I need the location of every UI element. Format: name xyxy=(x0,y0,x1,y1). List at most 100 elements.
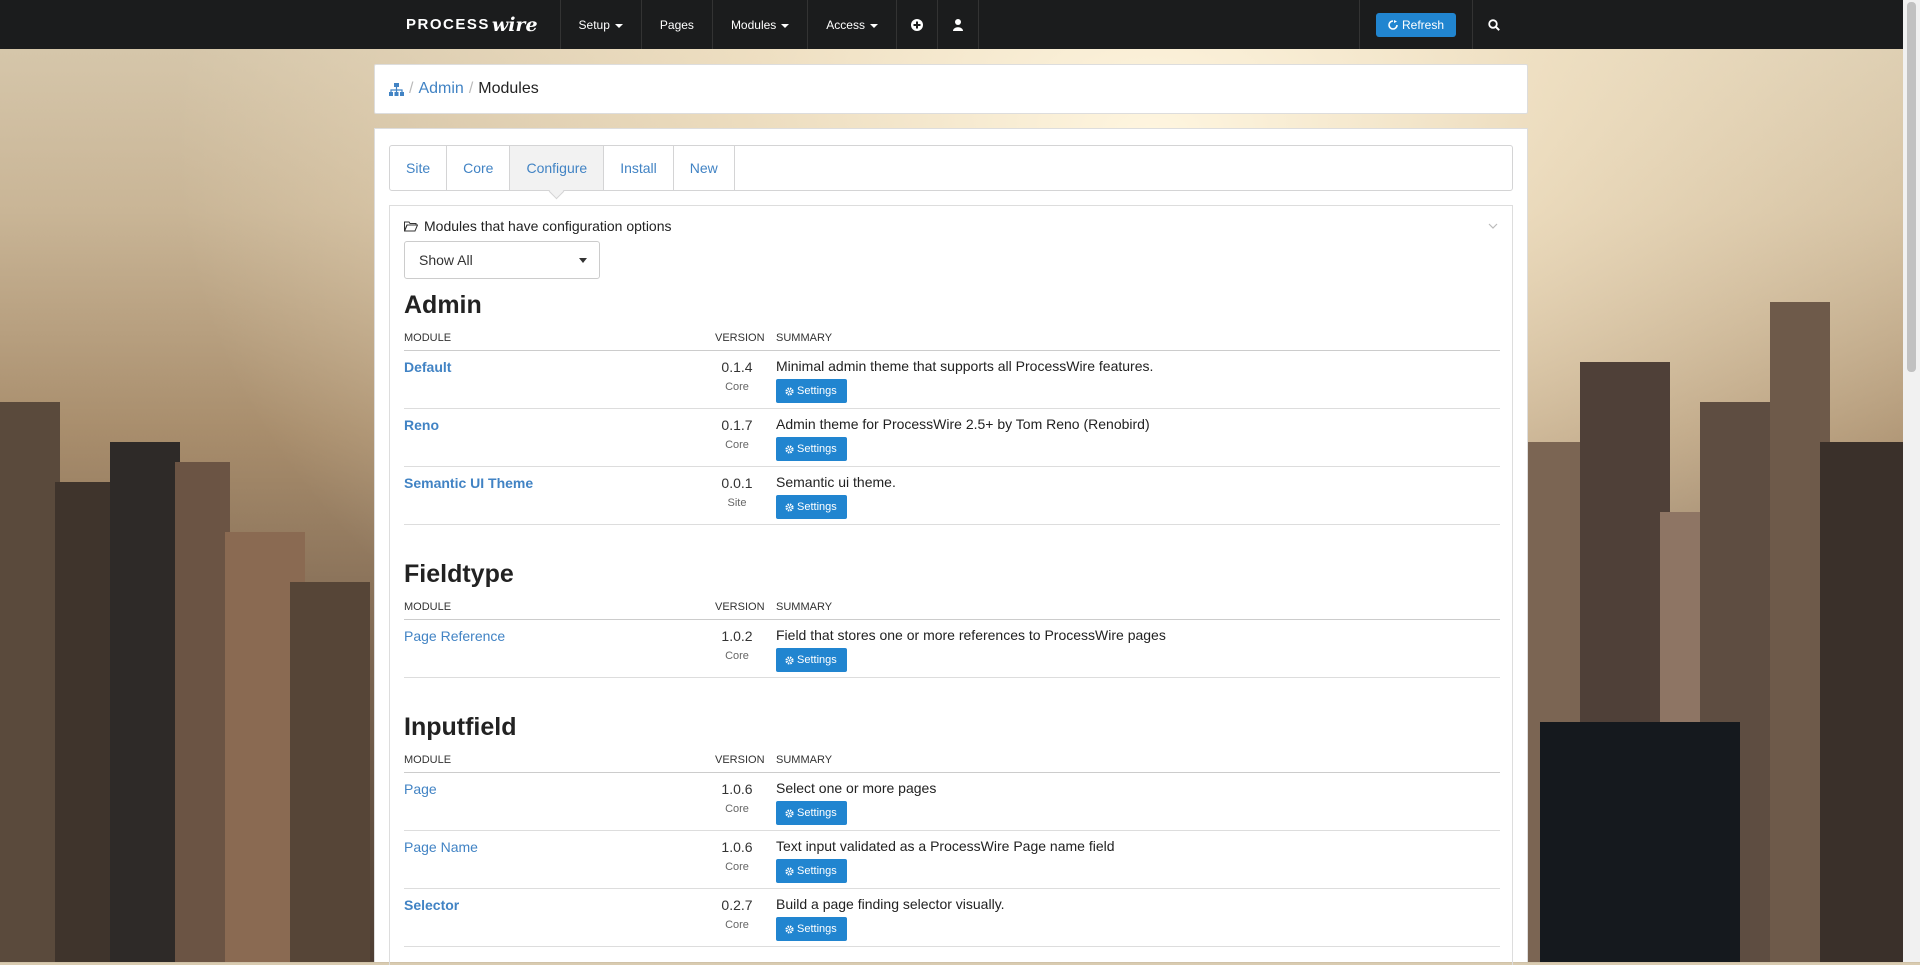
settings-label: Settings xyxy=(797,385,837,397)
module-group-fieldtype: Fieldtype MODULE VERSION SUMMARY Page Re… xyxy=(404,557,1500,678)
table-row: Default 0.1.4 Core Minimal admin theme t… xyxy=(404,351,1500,409)
module-group-admin: Admin MODULE VERSION SUMMARY Default 0.1… xyxy=(404,288,1500,525)
module-source: Core xyxy=(725,861,749,873)
module-version: 1.0.6 xyxy=(721,839,753,855)
module-source: Core xyxy=(725,381,749,393)
user-icon xyxy=(952,18,963,31)
settings-label: Settings xyxy=(797,807,837,819)
gear-icon xyxy=(785,866,794,876)
table-header: MODULE VERSION SUMMARY xyxy=(404,750,1500,773)
module-name-link[interactable]: Page xyxy=(404,781,437,797)
refresh-button[interactable]: Refresh xyxy=(1376,12,1457,37)
group-heading: Fieldtype xyxy=(404,560,514,588)
module-name-link[interactable]: Reno xyxy=(404,417,439,433)
caret-down-icon xyxy=(614,23,623,28)
settings-button[interactable]: Settings xyxy=(776,859,847,883)
table-header: MODULE VERSION SUMMARY xyxy=(404,597,1500,620)
gear-icon xyxy=(785,655,794,665)
module-group-inputfield: Inputfield MODULE VERSION SUMMARY Page 1… xyxy=(404,710,1500,947)
module-name-link[interactable]: Default xyxy=(404,359,451,375)
settings-button[interactable]: Settings xyxy=(776,437,847,461)
module-name-link[interactable]: Selector xyxy=(404,897,459,913)
tab-site[interactable]: Site xyxy=(390,146,448,190)
top-navbar: PROCESS wire Setup Pages Modules Access R… xyxy=(0,0,1920,49)
table-row: Page Reference 1.0.2 Core Field that sto… xyxy=(404,620,1500,678)
module-source: Core xyxy=(725,650,749,662)
nav-modules[interactable]: Modules xyxy=(711,0,807,49)
column-header-module: MODULE xyxy=(404,332,452,344)
collapse-toggle-icon[interactable] xyxy=(1488,218,1498,232)
column-header-version: VERSION xyxy=(715,754,765,766)
section-title: Modules that have configuration options xyxy=(424,218,672,234)
module-name-link[interactable]: Semantic UI Theme xyxy=(404,475,533,491)
gear-icon xyxy=(785,386,794,396)
sitemap-icon[interactable] xyxy=(389,82,404,96)
settings-label: Settings xyxy=(797,923,837,935)
user-profile-button[interactable] xyxy=(936,0,979,49)
page-scrollbar[interactable] xyxy=(1903,0,1920,962)
table-row: Reno 0.1.7 Core Admin theme for ProcessW… xyxy=(404,409,1500,467)
column-header-module: MODULE xyxy=(404,754,452,766)
module-source: Site xyxy=(727,497,747,509)
settings-button[interactable]: Settings xyxy=(776,648,847,672)
module-version: 0.1.4 xyxy=(721,359,753,375)
group-heading: Inputfield xyxy=(404,713,517,741)
column-header-version: VERSION xyxy=(715,332,765,344)
column-header-summary: SUMMARY xyxy=(776,754,833,766)
module-source: Core xyxy=(725,803,749,815)
logo-accent-text: wire xyxy=(491,13,538,36)
module-summary: Text input validated as a ProcessWire Pa… xyxy=(776,838,1115,854)
module-name-link[interactable]: Page Reference xyxy=(404,628,505,644)
settings-button[interactable]: Settings xyxy=(776,379,847,403)
module-source: Core xyxy=(725,439,749,451)
settings-button[interactable]: Settings xyxy=(776,917,847,941)
tab-configure[interactable]: Configure xyxy=(510,146,605,190)
dropdown-caret-icon xyxy=(579,258,587,263)
column-header-summary: SUMMARY xyxy=(776,332,833,344)
nav-pages-label: Pages xyxy=(659,17,694,32)
search-button[interactable] xyxy=(1473,0,1515,49)
column-header-module: MODULE xyxy=(404,601,452,613)
logo-text: PROCESS xyxy=(406,16,490,33)
settings-button[interactable]: Settings xyxy=(776,801,847,825)
module-version: 0.2.7 xyxy=(721,897,753,913)
scrollbar-thumb[interactable] xyxy=(1907,2,1916,372)
module-summary: Select one or more pages xyxy=(776,780,937,796)
table-header: MODULE VERSION SUMMARY xyxy=(404,328,1500,351)
module-version: 1.0.2 xyxy=(721,628,753,644)
section-header[interactable]: Modules that have configuration options xyxy=(404,218,672,234)
nav-access[interactable]: Access xyxy=(807,0,896,49)
settings-label: Settings xyxy=(797,501,837,513)
settings-button[interactable]: Settings xyxy=(776,495,847,519)
tab-core[interactable]: Core xyxy=(447,146,511,190)
nav-modules-label: Modules xyxy=(730,17,777,32)
module-tabs: Site Core Configure Install New xyxy=(389,145,1513,191)
breadcrumb: / Admin / Modules xyxy=(374,64,1528,114)
table-row: Page Name 1.0.6 Core Text input validate… xyxy=(404,831,1500,889)
gear-icon xyxy=(785,444,794,454)
column-header-version: VERSION xyxy=(715,601,765,613)
plus-circle-icon xyxy=(910,18,923,31)
nav-setup-label: Setup xyxy=(578,17,610,32)
tab-install[interactable]: Install xyxy=(604,146,674,190)
tab-new[interactable]: New xyxy=(674,146,735,190)
module-summary: Build a page finding selector visually. xyxy=(776,896,1005,912)
module-name-link[interactable]: Page Name xyxy=(404,839,478,855)
nav-setup[interactable]: Setup xyxy=(559,0,641,49)
caret-down-icon xyxy=(781,23,790,28)
main-content: Site Core Configure Install New Modules … xyxy=(374,128,1528,965)
page-title: Modules xyxy=(478,80,539,97)
nav-pages[interactable]: Pages xyxy=(640,0,712,49)
settings-label: Settings xyxy=(797,865,837,877)
filter-selected-value: Show All xyxy=(419,252,473,268)
caret-down-icon xyxy=(869,23,878,28)
gear-icon xyxy=(785,808,794,818)
module-summary: Field that stores one or more references… xyxy=(776,627,1166,643)
module-version: 0.0.1 xyxy=(721,475,753,491)
table-row: Page 1.0.6 Core Select one or more pages… xyxy=(404,773,1500,831)
breadcrumb-admin-link[interactable]: Admin xyxy=(418,80,463,98)
processwire-logo[interactable]: PROCESS wire xyxy=(388,0,560,49)
add-new-button[interactable] xyxy=(895,0,937,49)
module-summary: Minimal admin theme that supports all Pr… xyxy=(776,358,1154,374)
module-filter-select[interactable]: Show All xyxy=(404,241,600,279)
